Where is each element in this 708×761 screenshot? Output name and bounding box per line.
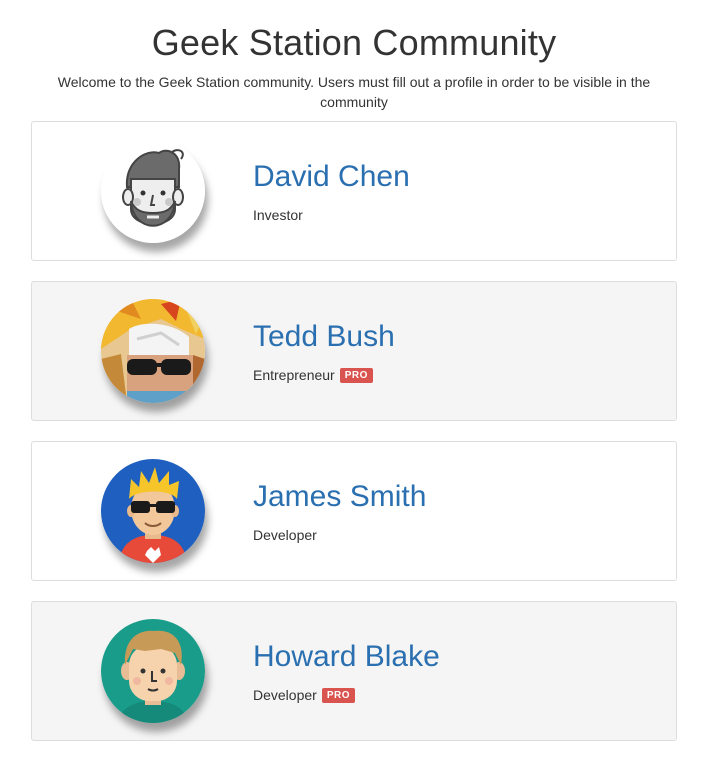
avatar[interactable]: [101, 299, 205, 403]
member-role: Developer PRO: [253, 686, 355, 704]
member-role: Developer: [253, 526, 317, 544]
member-name-link[interactable]: James Smith: [253, 479, 426, 515]
member-card[interactable]: Howard Blake Developer PRO: [31, 601, 677, 741]
member-name-link[interactable]: Tedd Bush: [253, 319, 395, 355]
role-label: Developer: [253, 527, 317, 543]
costume-photo-icon: [101, 299, 205, 403]
role-label: Entrepreneur: [253, 367, 335, 383]
member-list: David Chen Investor Tedd Bush Entreprene…: [31, 121, 677, 761]
role-label: Developer: [253, 687, 317, 703]
smiling-man-icon: [101, 619, 205, 723]
avatar[interactable]: [101, 619, 205, 723]
page-description: Welcome to the Geek Station community. U…: [57, 74, 651, 110]
sunglasses-man-icon: [101, 459, 205, 563]
member-card[interactable]: James Smith Developer: [31, 441, 677, 581]
member-role: Entrepreneur PRO: [253, 366, 373, 384]
member-card[interactable]: Tedd Bush Entrepreneur PRO: [31, 281, 677, 421]
page-title: Geek Station Community: [151, 22, 557, 63]
member-name-link[interactable]: David Chen: [253, 159, 410, 195]
avatar[interactable]: [101, 139, 205, 243]
bearded-man-sketch-icon: [101, 139, 205, 243]
avatar[interactable]: [101, 459, 205, 563]
member-name-link[interactable]: Howard Blake: [253, 639, 440, 675]
member-role: Investor: [253, 206, 303, 224]
role-label: Investor: [253, 207, 303, 223]
member-card[interactable]: David Chen Investor: [31, 121, 677, 261]
pro-badge: PRO: [321, 687, 355, 703]
pro-badge: PRO: [339, 367, 373, 383]
